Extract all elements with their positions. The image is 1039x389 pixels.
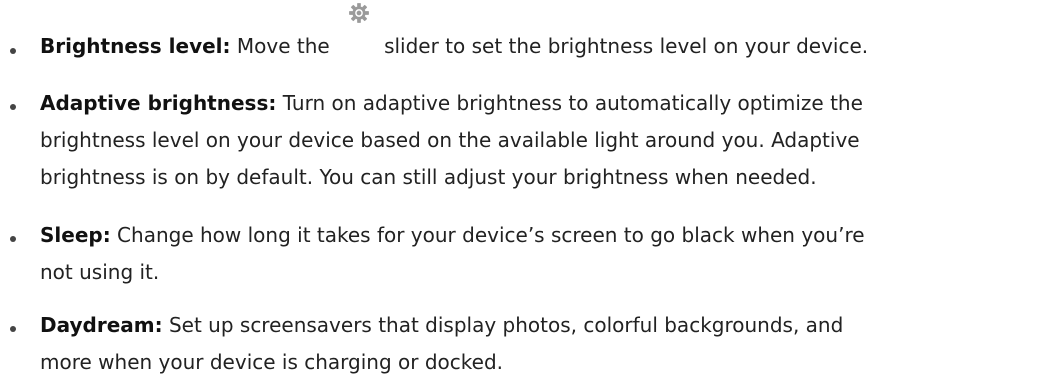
bullet-icon [10, 236, 16, 242]
list-item-text: Sleep: Change how long it takes for your… [40, 217, 1035, 291]
term-label: Adaptive brightness: [40, 91, 277, 115]
description-text: Set up screensavers that display photos,… [162, 313, 844, 337]
bullet-icon [10, 104, 16, 110]
text-line: Daydream: Set up screensavers that displ… [40, 307, 1035, 344]
bullet-icon [10, 326, 16, 332]
term-label: Sleep: [40, 223, 111, 247]
term-label: Brightness level: [40, 34, 231, 58]
description-text: slider to set the brightness level on yo… [384, 34, 869, 58]
description-text: Move the [230, 34, 330, 58]
text-line: Adaptive brightness: Turn on adaptive br… [40, 85, 1035, 122]
bullet-icon [10, 48, 16, 54]
brightness-gear-icon [348, 2, 370, 24]
list-item-text: Daydream: Set up screensavers that displ… [40, 307, 1035, 381]
text-line: more when your device is charging or doc… [40, 350, 503, 374]
list-item-text: Brightness level: Move the slider to set… [40, 3, 1035, 65]
description-text: Turn on adaptive brightness to automatic… [276, 91, 863, 115]
text-line: not using it. [40, 260, 160, 284]
text-line: Sleep: Change how long it takes for your… [40, 217, 1035, 254]
term-label: Daydream: [40, 313, 163, 337]
text-line: brightness level on your device based on… [40, 128, 860, 152]
list-item-text: Adaptive brightness: Turn on adaptive br… [40, 85, 1035, 196]
description-text: Change how long it takes for your device… [110, 223, 865, 247]
text-line: brightness is on by default. You can sti… [40, 165, 817, 189]
